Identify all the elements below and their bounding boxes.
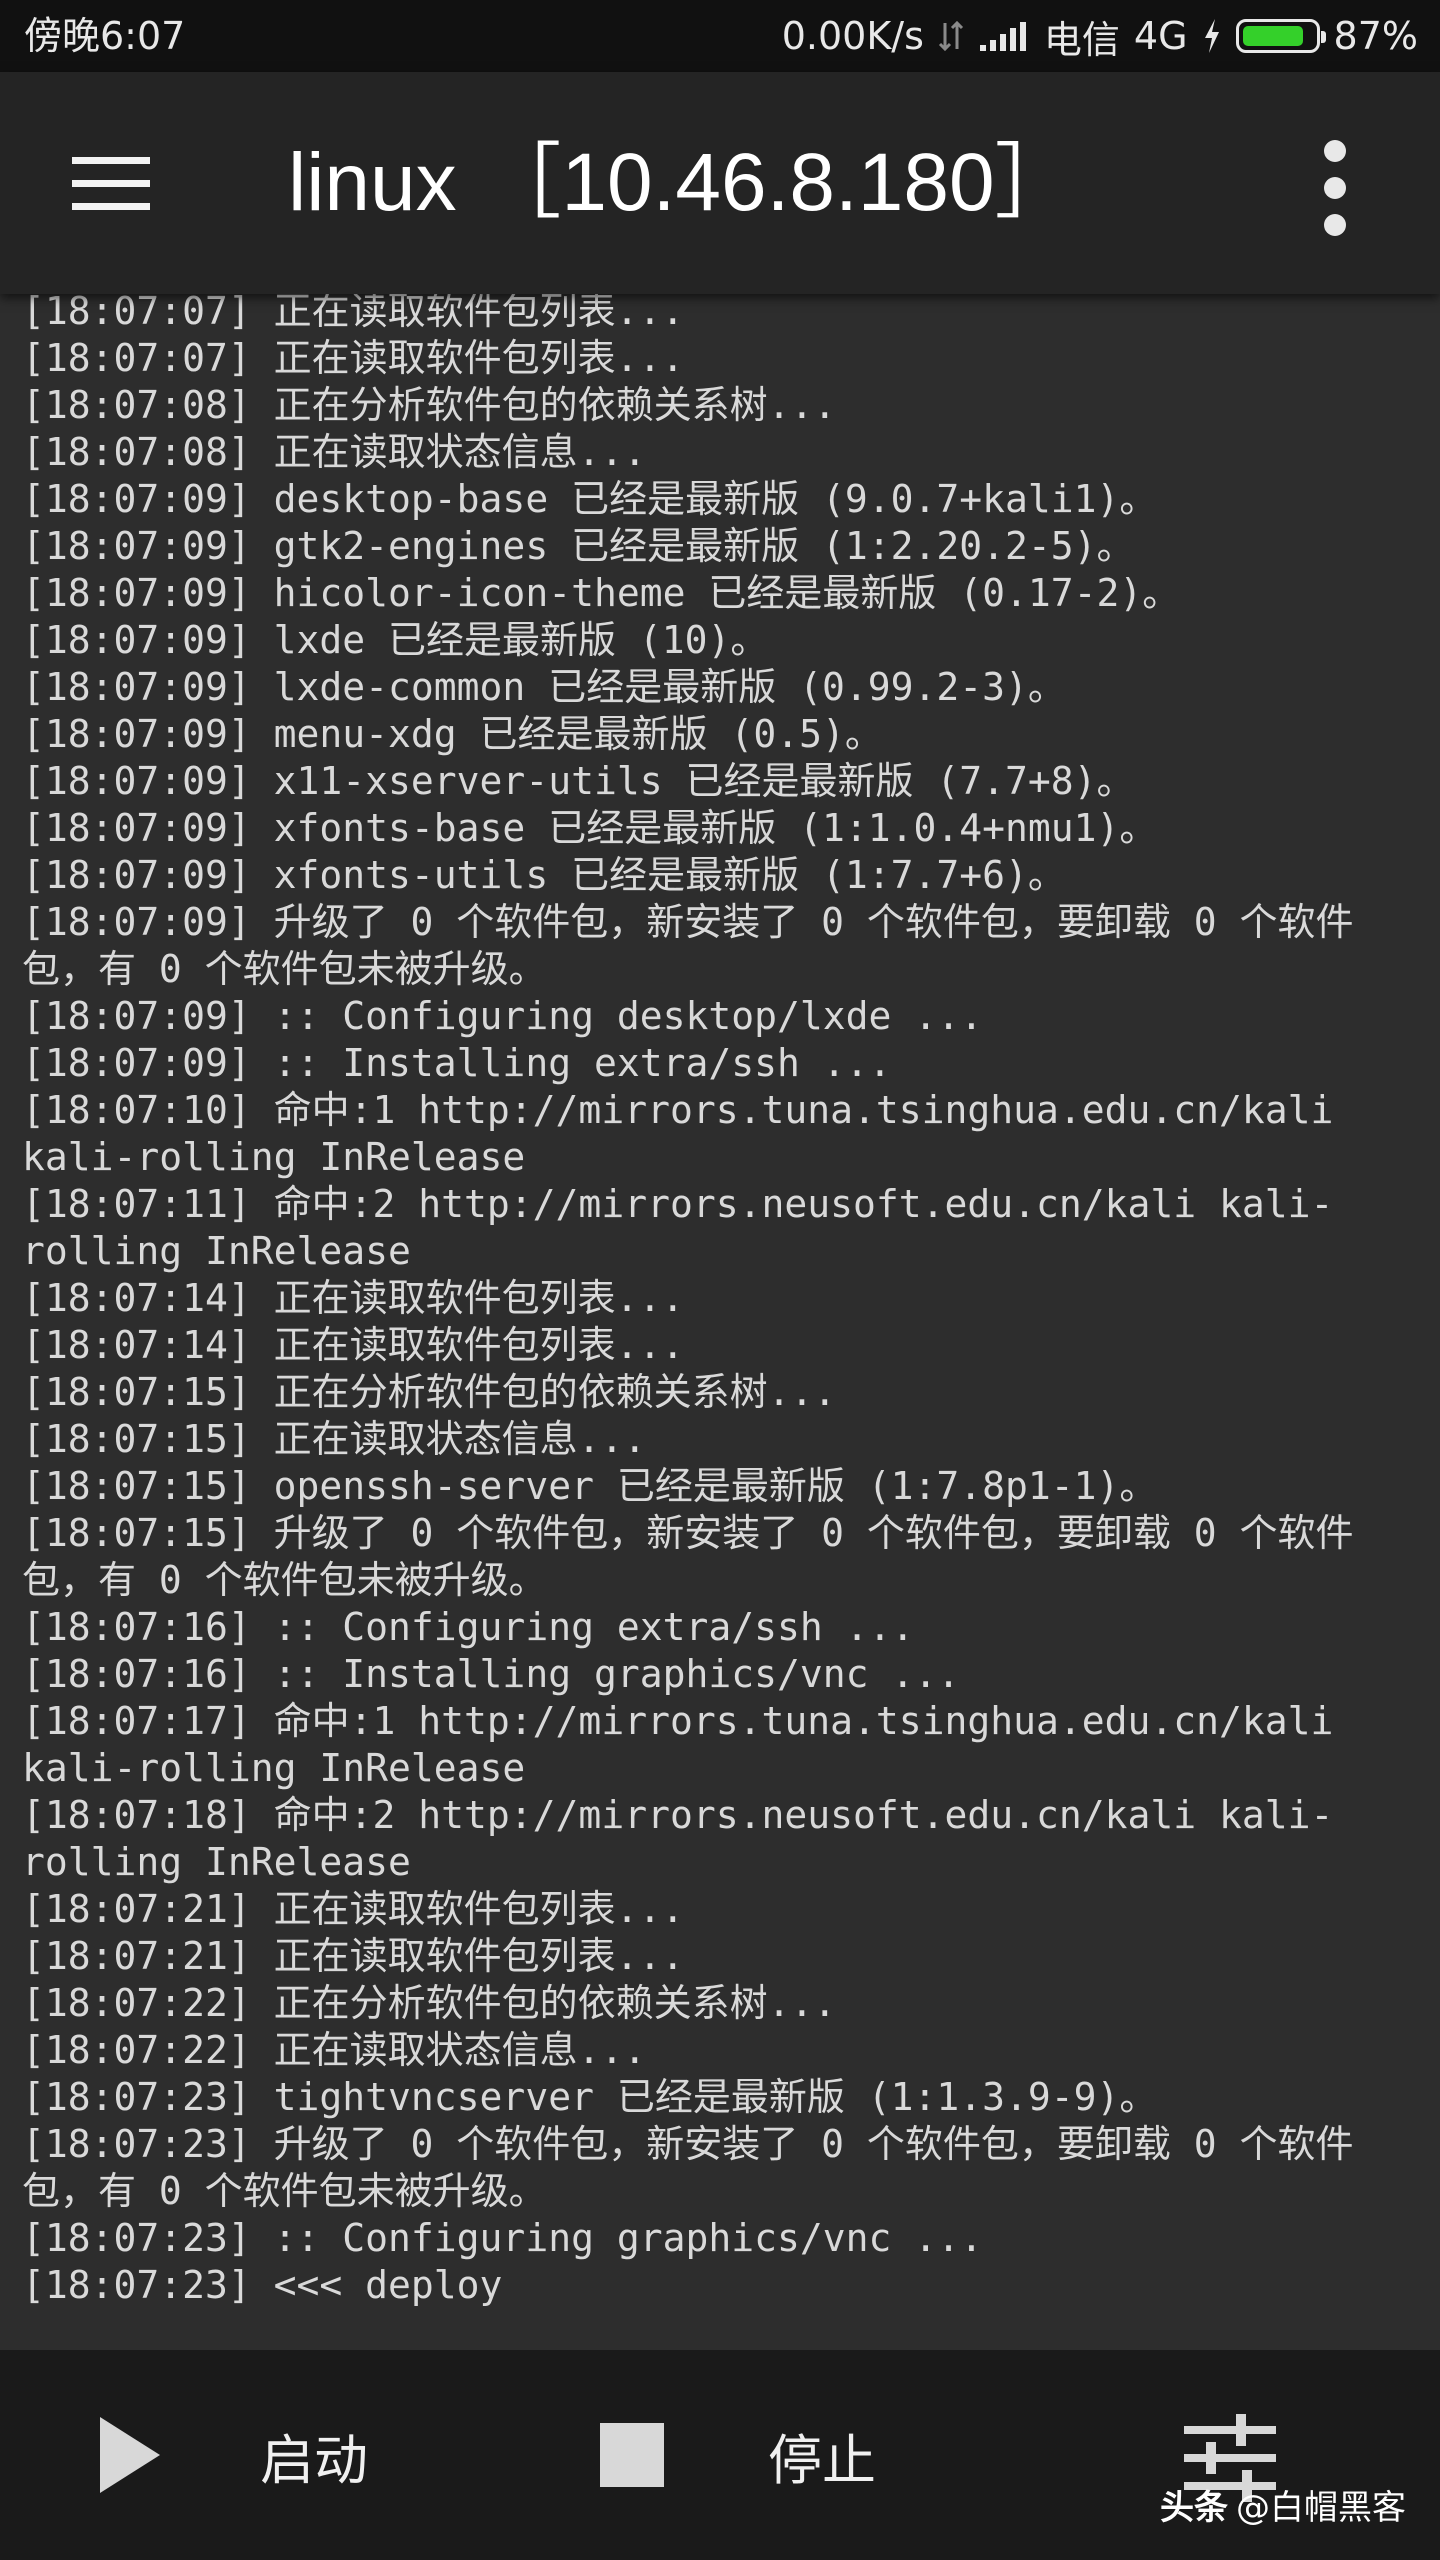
terminal-line: [18:07:15] 升级了 0 个软件包，新安装了 0 个软件包，要卸载 0 … (22, 1511, 1354, 1555)
terminal-line: [18:07:14] 正在读取软件包列表... (22, 1276, 685, 1320)
stop-button[interactable]: 停止 (600, 2350, 876, 2560)
terminal-line: [18:07:16] :: Configuring extra/ssh ... (22, 1605, 915, 1649)
terminal-line: [18:07:07] 正在读取软件包列表... (22, 336, 685, 380)
terminal-line: [18:07:11] 命中:2 http://mirrors.neusoft.e… (22, 1182, 1334, 1226)
terminal-line: [18:07:10] 命中:1 http://mirrors.tuna.tsin… (22, 1088, 1334, 1132)
watermark-handle: @白帽黑客 (1236, 2488, 1406, 2528)
terminal-line: kali-rolling InRelease (22, 1746, 526, 1790)
terminal-line: rolling InRelease (22, 1229, 411, 1273)
terminal-line: [18:07:15] openssh-server 已经是最新版 (1:7.8p… (22, 1464, 1158, 1508)
start-button[interactable]: 启动 (100, 2350, 368, 2560)
battery-percent: 87% (1333, 14, 1418, 58)
stop-icon (600, 2423, 664, 2487)
charging-bolt-icon (1202, 18, 1222, 54)
terminal-line: [18:07:22] 正在读取状态信息... (22, 2028, 647, 2072)
watermark: 头条 @白帽黑客 (1160, 2480, 1406, 2529)
terminal-line: [18:07:09] x11-xserver-utils 已经是最新版 (7.7… (22, 759, 1135, 803)
terminal-line: [18:07:08] 正在分析软件包的依赖关系树... (22, 383, 837, 427)
terminal-line: 包，有 0 个软件包未被升级。 (22, 947, 547, 991)
bottom-bar: 启动 停止 头条 @白帽黑客 (0, 2350, 1440, 2560)
status-bar: 傍晚6:07 0.00K/s 电信 4G 87% (0, 0, 1440, 72)
terminal-line: [18:07:09] gtk2-engines 已经是最新版 (1:2.20.2… (22, 524, 1135, 568)
terminal-line: rolling InRelease (22, 1840, 411, 1884)
network-type: 4G (1133, 14, 1188, 58)
terminal-line: [18:07:09] 升级了 0 个软件包，新安装了 0 个软件包，要卸载 0 … (22, 900, 1354, 944)
terminal-line: [18:07:08] 正在读取状态信息... (22, 430, 647, 474)
terminal-line: [18:07:09] xfonts-utils 已经是最新版 (1:7.7+6)… (22, 853, 1066, 897)
terminal-line: 包，有 0 个软件包未被升级。 (22, 1558, 547, 1602)
terminal-line: [18:07:17] 命中:1 http://mirrors.tuna.tsin… (22, 1699, 1334, 1743)
network-speed: 0.00K/s (781, 14, 924, 58)
page-title: linux ［10.46.8.180］ (288, 137, 1077, 228)
start-label: 启动 (260, 2428, 368, 2492)
terminal-line: [18:07:23] <<< deploy (22, 2263, 503, 2307)
status-right: 0.00K/s 电信 4G 87% (782, 0, 1418, 72)
play-icon (100, 2417, 160, 2493)
terminal-line: 包，有 0 个软件包未被升级。 (22, 2169, 547, 2213)
terminal-line: [18:07:23] tightvncserver 已经是最新版 (1:1.3.… (22, 2075, 1158, 2119)
battery-icon (1235, 19, 1326, 53)
hamburger-menu-icon[interactable] (72, 157, 150, 211)
terminal-line: [18:07:18] 命中:2 http://mirrors.neusoft.e… (22, 1793, 1334, 1837)
terminal-line: kali-rolling InRelease (22, 1135, 526, 1179)
terminal-line: [18:07:07] 正在读取软件包列表... (22, 294, 685, 333)
terminal-line: [18:07:21] 正在读取软件包列表... (22, 1887, 685, 1931)
status-time: 傍晚6:07 (24, 14, 186, 58)
terminal-log: [18:07:07] 正在读取软件包列表... [18:07:07] 正在读取软件… (22, 294, 1422, 2309)
terminal-line: [18:07:23] 升级了 0 个软件包，新安装了 0 个软件包，要卸载 0 … (22, 2122, 1354, 2166)
terminal-line: [18:07:14] 正在读取软件包列表... (22, 1323, 685, 1367)
terminal-output[interactable]: [18:07:07] 正在读取软件包列表... [18:07:07] 正在读取软件… (0, 294, 1440, 2350)
terminal-line: [18:07:09] hicolor-icon-theme 已经是最新版 (0.… (22, 571, 1181, 615)
terminal-line: [18:07:15] 正在分析软件包的依赖关系树... (22, 1370, 837, 1414)
terminal-line: [18:07:09] xfonts-base 已经是最新版 (1:1.0.4+n… (22, 806, 1158, 850)
carrier-name: 电信 (1043, 17, 1120, 62)
terminal-line: [18:07:21] 正在读取软件包列表... (22, 1934, 685, 1978)
overflow-menu-icon[interactable] (1315, 140, 1355, 236)
terminal-line: [18:07:23] :: Configuring graphics/vnc .… (22, 2216, 983, 2260)
app-bar: linux ［10.46.8.180］ (0, 72, 1440, 294)
terminal-line: [18:07:09] :: Configuring desktop/lxde .… (22, 994, 983, 1038)
terminal-line: [18:07:09] lxde 已经是最新版 (10)。 (22, 618, 769, 662)
watermark-brand: 头条 (1160, 2488, 1228, 2528)
terminal-line: [18:07:22] 正在分析软件包的依赖关系树... (22, 1981, 837, 2025)
data-arrows-icon (938, 19, 964, 53)
terminal-line: [18:07:16] :: Installing graphics/vnc ..… (22, 1652, 960, 1696)
terminal-line: [18:07:09] :: Installing extra/ssh ... (22, 1041, 892, 1085)
signal-bars-icon (978, 19, 1030, 53)
terminal-line: [18:07:09] desktop-base 已经是最新版 (9.0.7+ka… (22, 477, 1158, 521)
terminal-line: [18:07:09] lxde-common 已经是最新版 (0.99.2-3)… (22, 665, 1066, 709)
battery-level (1242, 26, 1304, 46)
terminal-line: [18:07:15] 正在读取状态信息... (22, 1417, 647, 1461)
stop-label: 停止 (768, 2428, 876, 2492)
terminal-line: [18:07:09] menu-xdg 已经是最新版 (0.5)。 (22, 712, 883, 756)
